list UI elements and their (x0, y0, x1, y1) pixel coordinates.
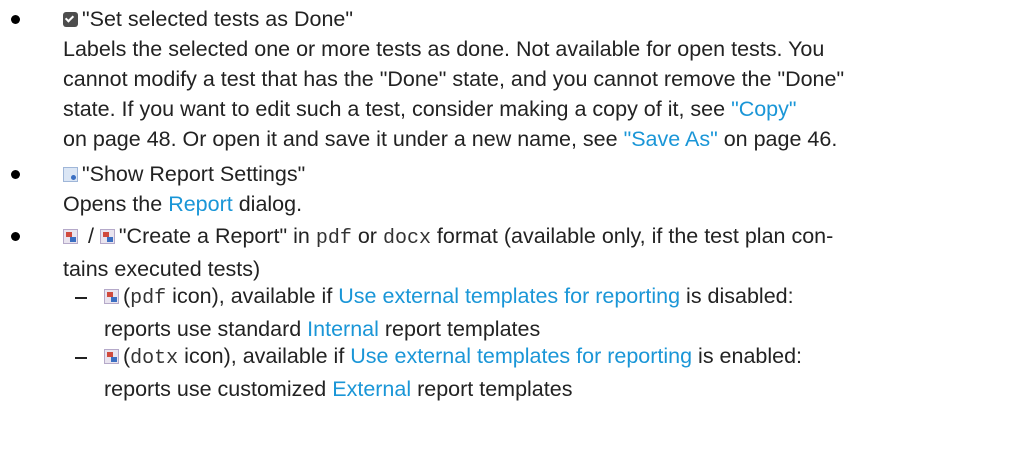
description-line: tains executed tests) (63, 257, 261, 281)
description-text: on page 48. Or open it and save it under… (63, 127, 618, 151)
sub-text: report templates (411, 377, 573, 401)
sub-text: is disabled: (680, 284, 794, 308)
description-text: Opens the (63, 192, 169, 216)
description-text: on page 46. (717, 127, 838, 151)
report-settings-icon (63, 167, 78, 182)
document-page: "Set selected tests as Done" Labels the … (0, 0, 1032, 451)
sub-item-line: reports use customized External report t… (104, 374, 1022, 404)
description-text: or (351, 224, 383, 248)
description-text: format (available only, if the test plan… (430, 224, 834, 248)
format-docx: docx (382, 227, 431, 250)
item-title-line: / "Create a Report" in pdf or docx forma… (63, 221, 1020, 254)
sub-text: report templates (378, 317, 541, 341)
sub-bullet-dash (75, 297, 87, 299)
description-line: Labels the selected one or more tests as… (63, 37, 825, 61)
item-title: "Set selected tests as Done" (82, 7, 354, 31)
item-title: "Create a Report" in (118, 224, 316, 248)
bullet (11, 15, 20, 24)
sub-item-line: (pdf icon), available if Use external te… (104, 281, 1022, 314)
sub-item-line: reports use standard Internal report tem… (104, 314, 1022, 344)
sub-item-line: (dotx icon), available if Use external t… (104, 341, 1022, 374)
description-line: cannot modify a test that has the "Done"… (63, 67, 845, 91)
docx-report-icon (99, 229, 115, 244)
external-templates-link[interactable]: Use external templates for reporting (338, 284, 680, 308)
sub-format: dotx (130, 347, 179, 370)
item-body: "Set selected tests as Done" Labels the … (63, 4, 1020, 154)
save-as-link[interactable]: "Save As" (624, 127, 718, 151)
sub-item-dotx: (dotx icon), available if Use external t… (104, 341, 1022, 404)
item-body: / "Create a Report" in pdf or docx forma… (63, 221, 1020, 284)
bullet (11, 232, 20, 241)
format-pdf: pdf (315, 227, 352, 250)
item-body: "Show Report Settings" Opens the Report … (63, 159, 1020, 219)
item-title-line: "Set selected tests as Done" (63, 4, 1020, 34)
external-templates-link[interactable]: Use external templates for reporting (350, 344, 692, 368)
sub-text: is enabled: (692, 344, 803, 368)
pdf-report-icon (104, 289, 119, 304)
external-link[interactable]: External (332, 377, 411, 401)
copy-link[interactable]: "Copy" (731, 97, 796, 121)
done-check-icon (63, 12, 78, 27)
item-title-line: "Show Report Settings" (63, 159, 1020, 189)
internal-link[interactable]: Internal (307, 317, 379, 341)
sub-text: icon), available if (166, 284, 339, 308)
sub-format: pdf (130, 287, 167, 310)
description-line: Opens the Report dialog. (63, 189, 1020, 219)
sub-item-pdf: (pdf icon), available if Use external te… (104, 281, 1022, 344)
sub-bullet-dash (75, 357, 87, 359)
report-link[interactable]: Report (168, 192, 233, 216)
bullet (11, 170, 20, 179)
pdf-report-icon (63, 229, 78, 244)
sub-text: icon), available if (178, 344, 351, 368)
description-text: dialog. (232, 192, 303, 216)
docx-report-icon (104, 349, 119, 364)
description-line: state. If you want to edit such a test, … (63, 94, 1020, 124)
description-line: on page 48. Or open it and save it under… (63, 124, 1020, 154)
sub-text: reports use standard (104, 317, 308, 341)
slash-text: / (82, 224, 100, 248)
description-text: state. If you want to edit such a test, … (63, 97, 726, 121)
sub-text: reports use customized (104, 377, 333, 401)
item-title: "Show Report Settings" (82, 162, 306, 186)
